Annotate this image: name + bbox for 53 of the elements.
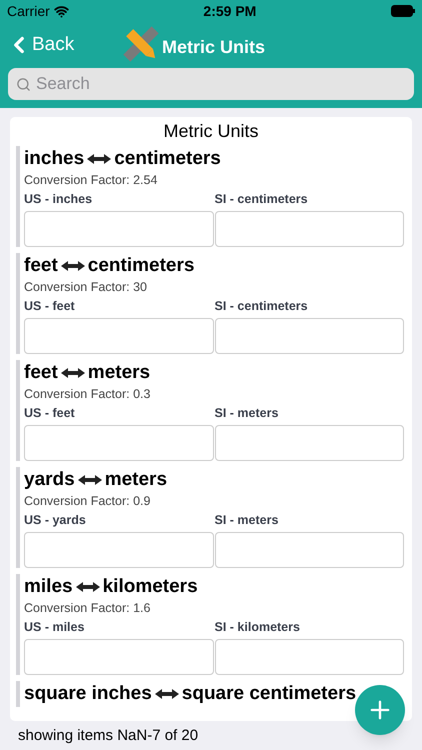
double-arrow-icon — [154, 688, 179, 700]
battery-icon — [390, 5, 415, 17]
unit-name: yards — [24, 468, 75, 492]
field-label: SI - meters — [214, 512, 280, 528]
double-arrow-icon — [76, 581, 100, 593]
input-field[interactable] — [24, 211, 214, 247]
carrier-label: Carrier — [7, 2, 50, 20]
input-field[interactable] — [214, 211, 404, 247]
input-field[interactable] — [24, 639, 214, 675]
conversion-factor: Conversion Factor: 0.3 — [24, 386, 152, 402]
input-field[interactable] — [24, 318, 214, 354]
unit-name: square inches — [24, 682, 152, 706]
double-arrow-icon — [60, 367, 85, 379]
items-count: showing items NaN-7 of 20 — [17, 727, 200, 745]
double-arrow-icon — [60, 260, 85, 272]
field-label: SI - centimeters — [214, 298, 309, 314]
conversion-factor: Conversion Factor: 2.54 — [24, 172, 158, 188]
input-field[interactable] — [24, 425, 214, 461]
field-label: US - yards — [24, 512, 87, 528]
field-label: US - miles — [24, 619, 86, 635]
field-label: US - inches — [24, 191, 94, 207]
search-field[interactable]: Search — [8, 68, 414, 100]
unit-name: feet — [24, 361, 58, 385]
conversion-factor: Conversion Factor: 30 — [24, 279, 148, 295]
nav-title: Metric Units — [162, 36, 266, 59]
unit-name: miles — [24, 575, 73, 599]
search-icon — [16, 77, 31, 92]
unit-name: meters — [104, 468, 168, 492]
unit-name: centimeters — [88, 254, 194, 278]
clock: 2:59 PM — [203, 2, 256, 20]
field-label: SI - centimeters — [214, 191, 309, 207]
input-field[interactable] — [214, 532, 404, 568]
field-label: SI - kilometers — [214, 619, 301, 635]
double-arrow-icon — [87, 153, 112, 165]
card-title: Metric Units — [162, 120, 260, 143]
unit-name: kilometers — [102, 575, 198, 599]
input-field[interactable] — [214, 639, 404, 675]
unit-name: square centimeters — [182, 682, 356, 706]
field-label: US - feet — [24, 405, 76, 421]
input-field[interactable] — [214, 318, 404, 354]
field-label: US - feet — [24, 298, 76, 314]
back-button[interactable]: Back — [0, 30, 74, 60]
unit-name: inches — [24, 147, 84, 171]
unit-name: centimeters — [114, 147, 221, 171]
input-field[interactable] — [214, 425, 404, 461]
unit-name: feet — [24, 254, 58, 278]
field-label: SI - meters — [214, 405, 280, 421]
wifi-icon — [54, 4, 69, 18]
conversion-factor: Conversion Factor: 0.9 — [24, 493, 152, 509]
conversion-factor: Conversion Factor: 1.6 — [24, 600, 152, 616]
input-field[interactable] — [24, 532, 214, 568]
double-arrow-icon — [78, 474, 102, 486]
unit-name: meters — [88, 361, 150, 385]
